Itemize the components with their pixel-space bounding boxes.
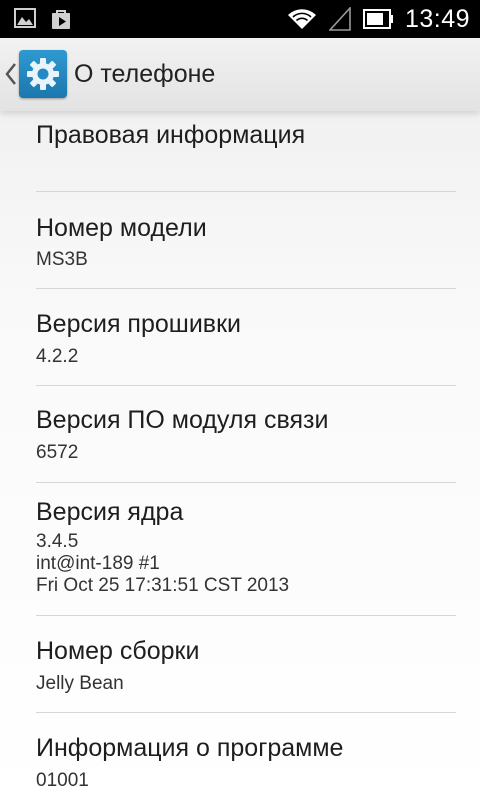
item-title: Номер модели — [36, 214, 207, 242]
build-number-item[interactable]: Номер сборки Jelly Bean — [36, 616, 456, 713]
item-title: Номер сборки — [36, 637, 200, 665]
item-value: Jelly Bean — [36, 673, 124, 694]
system-icons: 13:49 — [287, 0, 470, 38]
item-value: 6572 — [36, 442, 79, 463]
clock: 13:49 — [404, 4, 470, 33]
battery-icon — [362, 9, 393, 29]
item-value: 01001 — [36, 770, 89, 791]
wifi-icon — [287, 8, 317, 30]
action-bar: О телефоне — [0, 38, 480, 111]
model-number-item: Номер модели MS3B — [36, 192, 456, 289]
item-title: Версия прошивки — [36, 310, 241, 338]
item-title: Правовая информация — [36, 121, 306, 149]
baseband-version-item: Версия ПО модуля связи 6572 — [36, 386, 456, 483]
about-phone-list: Правовая информация Номер модели MS3B Ве… — [0, 111, 480, 800]
image-notification-icon[interactable] — [14, 8, 36, 30]
item-value: 4.2.2 — [36, 346, 79, 367]
item-value: 3.4.5 int@int-189 #1 Fri Oct 25 17:31:51… — [36, 531, 290, 596]
item-value: MS3B — [36, 249, 88, 270]
item-title: Версия ПО модуля связи — [36, 406, 329, 434]
signal-icon — [328, 7, 351, 31]
notification-area — [14, 8, 72, 30]
item-title: Информация о программе — [36, 734, 344, 762]
status-bar: 13:49 — [0, 0, 480, 38]
up-button[interactable] — [0, 38, 70, 111]
item-title: Версия ядра — [36, 498, 184, 526]
chevron-left-icon — [5, 62, 17, 91]
firmware-version-item[interactable]: Версия прошивки 4.2.2 — [36, 289, 456, 386]
software-info-item[interactable]: Информация о программе 01001 — [36, 713, 456, 800]
legal-info-item[interactable]: Правовая информация — [36, 111, 456, 192]
kernel-version-item: Версия ядра 3.4.5 int@int-189 #1 Fri Oct… — [36, 483, 456, 616]
settings-gear-icon — [19, 50, 67, 98]
screen-title: О телефоне — [74, 60, 216, 88]
play-store-notification-icon[interactable] — [50, 8, 72, 30]
